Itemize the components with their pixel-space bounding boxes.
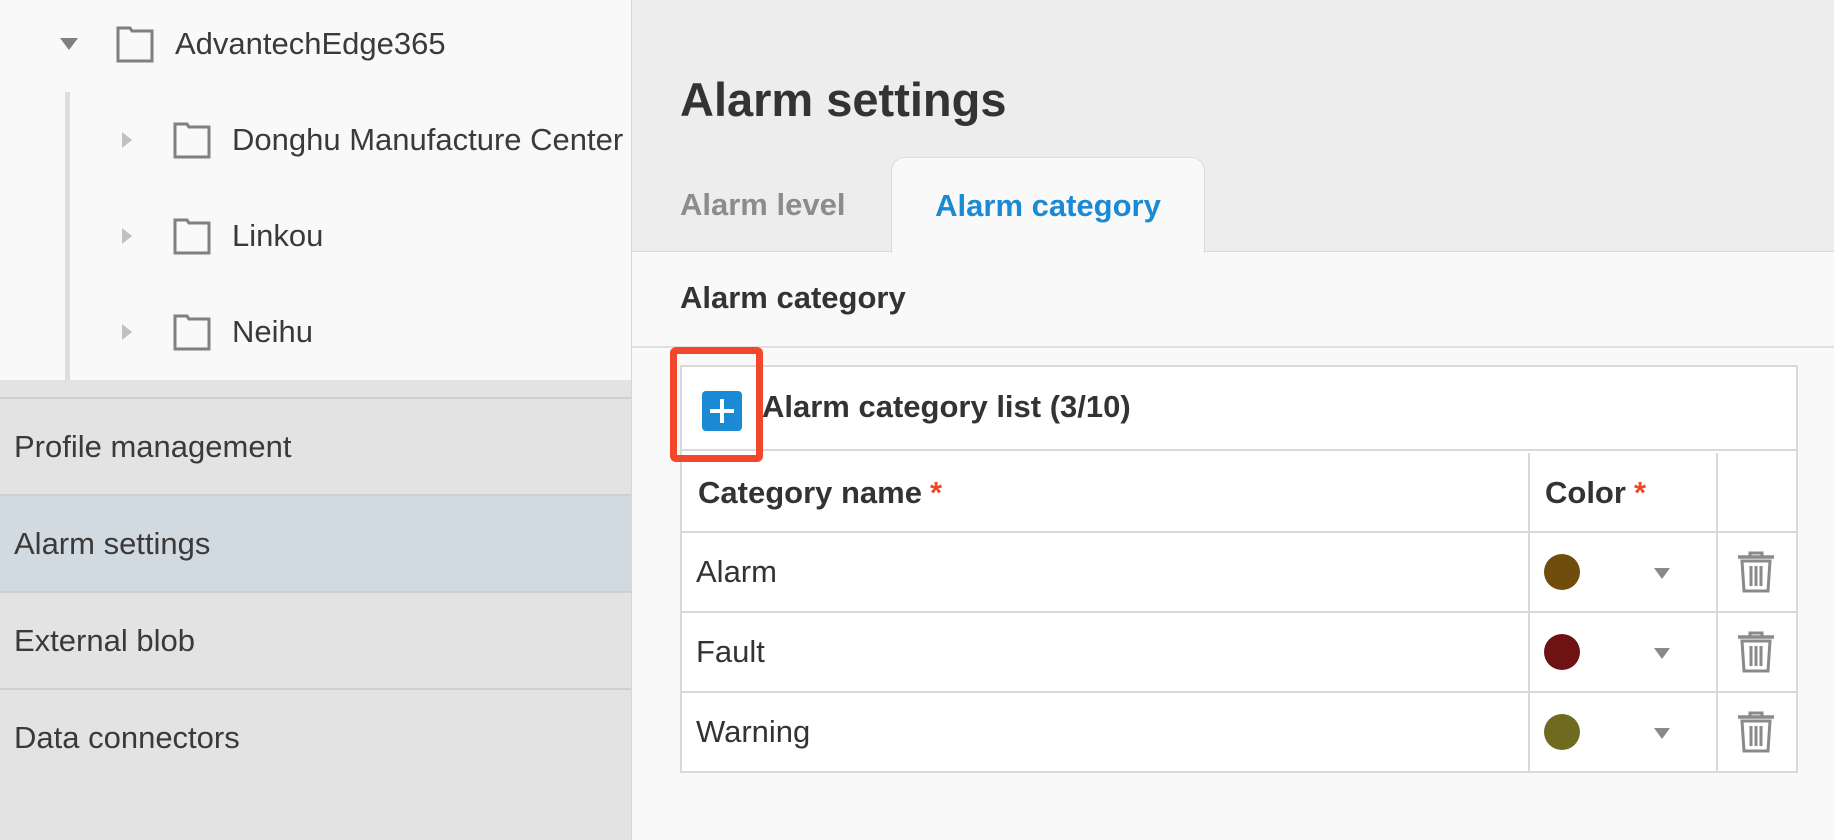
tree-node-neihu[interactable]: Neihu [122,302,313,362]
category-name-cell[interactable]: Fault [696,613,765,691]
folder-icon [173,122,211,159]
sidebar-item-profile-management[interactable]: Profile management [0,397,631,494]
tree-node-donghu[interactable]: Donghu Manufacture Center [122,110,623,170]
section-title: Alarm category [680,280,906,315]
add-category-button[interactable] [702,391,742,431]
delete-button[interactable] [1717,613,1795,691]
color-swatch [1544,714,1580,750]
column-header-color: Color * [1545,453,1646,533]
column-header-label: Color [1545,475,1626,510]
alarm-category-table: Alarm category list (3/10) Category name… [670,347,1798,773]
caret-down-icon[interactable] [60,38,78,50]
dropdown-caret-icon [1654,728,1670,739]
list-header: Alarm category list (3/10) [670,347,1796,462]
category-name-cell[interactable]: Alarm [696,533,777,611]
list-title: Alarm category list (3/10) [762,389,1131,424]
sidebar: AdvantechEdge365 Donghu Manufacture Cent… [0,0,632,840]
required-mark: * [1633,475,1647,510]
dropdown-caret-icon [1654,568,1670,579]
delete-button[interactable] [1717,693,1795,771]
tree-node-label: AdvantechEdge365 [175,26,446,61]
main-content: Alarm settings Alarm level Alarm categor… [632,0,1834,840]
sidebar-item-alarm-settings[interactable]: Alarm settings [0,494,631,591]
folder-icon [173,314,211,351]
color-swatch [1544,554,1580,590]
caret-right-icon[interactable] [122,228,132,244]
page-title: Alarm settings [680,73,1007,126]
folder-icon [173,218,211,255]
caret-right-icon[interactable] [122,132,132,148]
tree-node-linkou[interactable]: Linkou [122,206,323,266]
column-header-label: Category name [698,475,922,510]
folder-icon [116,26,154,63]
tree-guide-line [65,92,70,380]
sidebar-item-data-connectors[interactable]: Data connectors [0,688,631,785]
tree-node-label: Donghu Manufacture Center [232,122,624,157]
trash-icon [1738,551,1774,593]
tree-node-label: Linkou [232,218,324,253]
trash-icon [1738,631,1774,673]
required-mark: * [929,475,943,510]
location-tree: AdvantechEdge365 Donghu Manufacture Cent… [0,0,631,380]
color-select[interactable] [1530,693,1720,771]
category-name-cell[interactable]: Warning [696,693,810,771]
delete-button[interactable] [1717,533,1795,611]
caret-right-icon[interactable] [122,324,132,340]
divider [632,346,1834,348]
color-select[interactable] [1530,533,1720,611]
trash-icon [1738,711,1774,753]
tree-node-root[interactable]: AdvantechEdge365 [60,14,446,74]
sidebar-item-external-blob[interactable]: External blob [0,591,631,688]
tab-alarm-level[interactable]: Alarm level [680,157,848,253]
color-select[interactable] [1530,613,1720,691]
color-swatch [1544,634,1580,670]
dropdown-caret-icon [1654,648,1670,659]
column-header-category-name: Category name * [698,453,942,533]
tree-node-label: Neihu [232,314,313,349]
tab-alarm-category[interactable]: Alarm category [891,157,1205,253]
page-header: Alarm settings Alarm level Alarm categor… [632,0,1834,253]
